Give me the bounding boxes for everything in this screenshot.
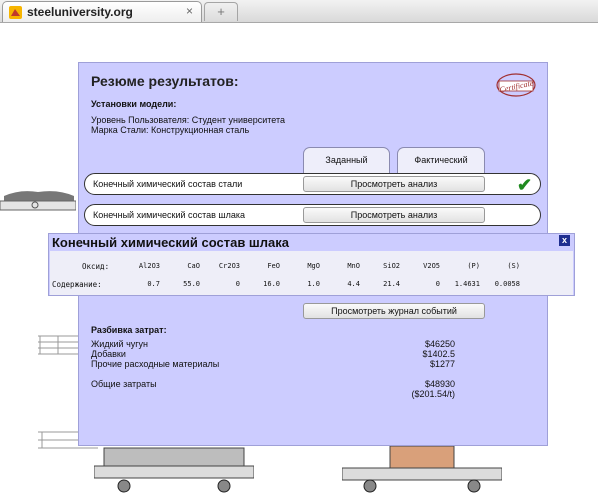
oxide-name: SiO2 — [383, 262, 400, 270]
platform-rails-graphic — [38, 335, 80, 355]
oxide-value: 16.0 — [263, 280, 280, 288]
total-cost-label: Общие затраты — [91, 379, 157, 389]
checkmark-icon: ✔ — [517, 175, 533, 195]
user-level-text: Уровень Пользователя: Студент университе… — [91, 115, 286, 125]
oxide-name: MnO — [347, 262, 360, 270]
steel-composition-label: Конечный химический состав стали — [93, 179, 243, 189]
tab-title: steeluniversity.org — [27, 5, 133, 19]
cost-label-hot-metal: Жидкий чугун — [91, 339, 149, 349]
oxide-row-label: Оксид: — [82, 262, 110, 271]
oxide-name: FeO — [267, 262, 280, 270]
model-settings-heading: Установки модели: — [91, 99, 177, 109]
oxide-name: (P) — [467, 262, 480, 270]
column-actual: Фактический — [397, 147, 485, 173]
steel-grade-text: Марка Стали: Конструкционная сталь — [91, 125, 250, 135]
total-cost-value: $48930 — [424, 379, 455, 389]
oxide-name: (S) — [507, 262, 520, 270]
page-title: Резюме результатов: — [91, 73, 239, 89]
cost-per-tonne: ($201.54/t) — [411, 389, 455, 399]
browser-tab-strip: steeluniversity.org × + — [0, 0, 598, 23]
steel-composition-row: Конечный химический состав стали Просмот… — [84, 173, 541, 195]
oxide-name: Cr2O3 — [218, 262, 240, 270]
oxide-name: Al2O3 — [138, 262, 160, 270]
slag-composition-label: Конечный химический состав шлака — [93, 210, 246, 220]
oxide-value: 0 — [435, 280, 440, 288]
cost-value-additions: $1402.5 — [422, 349, 455, 359]
ladle-car-graphic — [94, 447, 254, 493]
slag-composition-row: Конечный химический состав шлака Просмот… — [84, 204, 541, 226]
cost-breakdown-heading: Разбивка затрат: — [91, 325, 167, 335]
oxide-name: V2O5 — [423, 262, 440, 270]
column-target: Заданный — [303, 147, 390, 173]
view-slag-analysis-button[interactable]: Просмотреть анализ — [303, 207, 485, 223]
oxide-value: 0 — [235, 280, 240, 288]
oxide-name: MgO — [307, 262, 320, 270]
slag-truck-graphic — [0, 191, 76, 211]
cost-value-consumables: $1277 — [429, 359, 455, 369]
cost-value-hot-metal: $46250 — [424, 339, 455, 349]
slag-composition-popup: Конечный химический состав шлака x Оксид… — [48, 233, 575, 296]
oxide-value: 0.7 — [147, 280, 160, 288]
oxide-value: 1.4631 — [454, 280, 480, 288]
oxide-value: 21.4 — [383, 280, 400, 288]
cost-label-consumables: Прочие расходные материалы — [91, 359, 220, 369]
popup-title: Конечный химический состав шлака — [52, 235, 289, 250]
certificate-icon[interactable]: Certificate — [493, 67, 539, 101]
cost-label-additions: Добавки — [91, 349, 126, 359]
new-tab-button[interactable]: + — [204, 2, 238, 21]
oxide-value: 0.0058 — [494, 280, 520, 288]
oxide-value: 4.4 — [347, 280, 360, 288]
close-icon[interactable]: x — [559, 235, 570, 246]
oxide-value: 1.0 — [307, 280, 320, 288]
ladle-car-graphic-right — [342, 446, 502, 493]
view-event-log-button[interactable]: Просмотреть журнал событий — [303, 303, 485, 319]
slag-composition-table: Оксид: Содержание: Al2O3 CaO Cr2O3 FeO M… — [50, 251, 573, 295]
browser-tab[interactable]: steeluniversity.org × — [2, 1, 202, 22]
oxide-value: 55.0 — [183, 280, 200, 288]
tab-close-icon[interactable]: × — [186, 4, 193, 18]
view-steel-analysis-button[interactable]: Просмотреть анализ — [303, 176, 485, 192]
content-row-label: Содержание: — [52, 280, 102, 289]
site-favicon-icon — [9, 6, 22, 19]
oxide-name: CaO — [187, 262, 200, 270]
